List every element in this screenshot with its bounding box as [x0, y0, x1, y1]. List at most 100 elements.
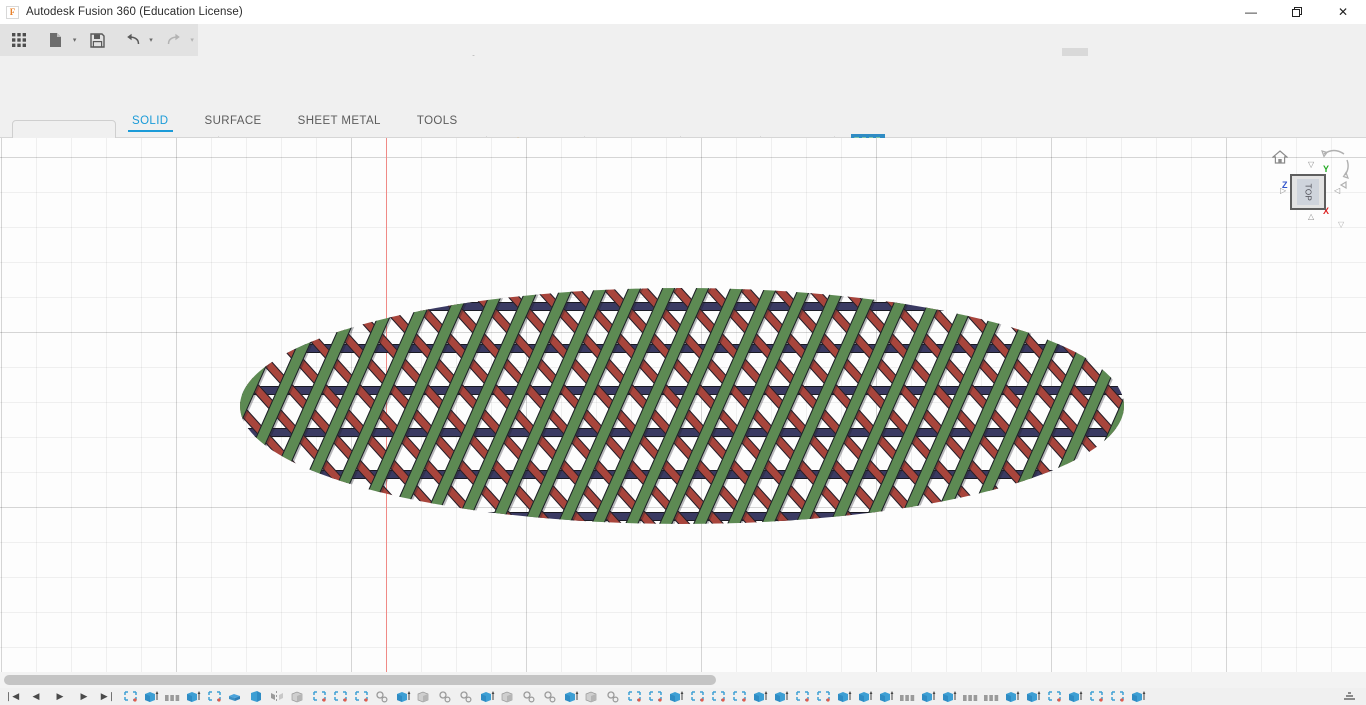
timeline-feature-sketch[interactable]: [624, 688, 645, 705]
timeline-feature-sketch[interactable]: [351, 688, 372, 705]
timeline-feature-extrude[interactable]: [1065, 688, 1086, 705]
app-grid-icon[interactable]: [6, 27, 31, 53]
timeline-feature-extrude[interactable]: [477, 688, 498, 705]
cube-arrow-right-icon[interactable]: ◁: [1334, 186, 1340, 195]
timeline-play-button[interactable]: ▶: [48, 688, 72, 705]
timeline-feature-construction-point[interactable]: [603, 688, 624, 705]
timeline-feature-offset-face[interactable]: [225, 688, 246, 705]
timeline-feature-extrude-cut[interactable]: [288, 688, 309, 705]
axis-label-y: Y: [1323, 164, 1329, 174]
timeline-feature-extrude-cut[interactable]: [498, 688, 519, 705]
title-bar: F Autodesk Fusion 360 (Education License…: [0, 0, 1366, 24]
timeline-feature-extrude-cut[interactable]: [414, 688, 435, 705]
view-cube[interactable]: ▽ △ ▷ ◁ ▽ Z Y X TOP: [1266, 144, 1352, 236]
timeline-feature-sketch[interactable]: [330, 688, 351, 705]
timeline-feature-extrude-cut[interactable]: [582, 688, 603, 705]
timeline-feature-pattern[interactable]: [960, 688, 981, 705]
lattice-green-bar: [881, 258, 1026, 564]
new-document-icon[interactable]: [43, 27, 68, 53]
timeline-playback-controls: ❘◀◀▶▶▶❘: [0, 688, 120, 705]
undo-caret-icon[interactable]: ▾: [145, 27, 157, 53]
timeline-feature-sketch[interactable]: [687, 688, 708, 705]
timeline-feature-pattern[interactable]: [981, 688, 1002, 705]
timeline-feature-construction-point[interactable]: [435, 688, 456, 705]
timeline-feature-construction-point[interactable]: [456, 688, 477, 705]
timeline-feature-sketch[interactable]: [120, 688, 141, 705]
new-document-caret-icon[interactable]: ▾: [69, 27, 81, 53]
quick-access-toolbar: ▾ ▾ ▾: [0, 24, 1366, 56]
timeline-feature-mirror[interactable]: [267, 688, 288, 705]
timeline-feature-pattern[interactable]: [897, 688, 918, 705]
timeline-settings-icon[interactable]: [1338, 688, 1360, 705]
ribbon-toolbar: DESIGN ▾ SOLID SURFACE SHEET METAL TOOLS: [0, 56, 1366, 138]
timeline-go-to-beginning-button[interactable]: ❘◀: [0, 688, 24, 705]
view-cube-face-top[interactable]: TOP: [1290, 174, 1326, 210]
timeline-feature-list: [120, 688, 1149, 705]
lattice-green-bar: [983, 258, 1128, 564]
minimize-button[interactable]: —: [1228, 0, 1274, 24]
view-cube-face-inner: TOP: [1297, 179, 1319, 205]
close-button[interactable]: ✕: [1320, 0, 1366, 24]
timeline-feature-sketch[interactable]: [729, 688, 750, 705]
timeline-bar[interactable]: ❘◀◀▶▶▶❘: [0, 688, 1366, 705]
save-icon[interactable]: [84, 27, 109, 53]
redo-caret-icon[interactable]: ▾: [186, 27, 198, 53]
home-icon[interactable]: [1272, 150, 1288, 169]
timeline-feature-sketch[interactable]: [204, 688, 225, 705]
horizontal-scrollbar[interactable]: [0, 672, 1366, 688]
timeline-feature-extrude[interactable]: [1023, 688, 1044, 705]
cube-arrow-up-icon[interactable]: ▽: [1308, 160, 1314, 169]
lattice-green-bar: [949, 258, 1094, 564]
ribbon-tab-strip: SOLID SURFACE SHEET METAL TOOLS: [132, 115, 494, 132]
tab-solid[interactable]: SOLID: [132, 115, 169, 132]
timeline-feature-sketch[interactable]: [645, 688, 666, 705]
timeline-feature-extrude[interactable]: [1128, 688, 1149, 705]
lattice-green-bar: [303, 258, 448, 564]
timeline-step-forward-button[interactable]: ▶: [72, 688, 96, 705]
timeline-feature-extrude[interactable]: [876, 688, 897, 705]
cube-arrow-extra-icon[interactable]: ▽: [1338, 220, 1344, 229]
maximize-button[interactable]: [1274, 0, 1320, 24]
timeline-feature-extrude[interactable]: [918, 688, 939, 705]
timeline-feature-extrude[interactable]: [939, 688, 960, 705]
timeline-feature-sketch[interactable]: [1086, 688, 1107, 705]
timeline-feature-rectangular-pattern[interactable]: [162, 688, 183, 705]
lattice-horizontal-bar: [212, 302, 1152, 311]
timeline-feature-extrude[interactable]: [750, 688, 771, 705]
lattice-green-bar: [337, 258, 482, 564]
timeline-feature-extrude[interactable]: [561, 688, 582, 705]
timeline-feature-extrude[interactable]: [393, 688, 414, 705]
timeline-feature-sketch[interactable]: [792, 688, 813, 705]
horizontal-scroll-thumb[interactable]: [4, 675, 716, 685]
redo-icon[interactable]: [161, 27, 186, 53]
lattice-green-bar: [915, 258, 1060, 564]
timeline-feature-extrude[interactable]: [834, 688, 855, 705]
timeline-feature-extrude[interactable]: [666, 688, 687, 705]
timeline-go-to-end-button[interactable]: ▶❘: [96, 688, 120, 705]
tab-sheet-metal[interactable]: SHEET METAL: [298, 115, 381, 132]
timeline-feature-extrude[interactable]: [1002, 688, 1023, 705]
fusion-logo-icon: F: [6, 6, 19, 19]
tab-tools[interactable]: TOOLS: [417, 115, 458, 132]
timeline-feature-revolve[interactable]: [246, 688, 267, 705]
timeline-step-back-button[interactable]: ◀: [24, 688, 48, 705]
design-canvas[interactable]: ▽ △ ▷ ◁ ▽ Z Y X TOP: [0, 138, 1366, 672]
timeline-feature-sketch[interactable]: [813, 688, 834, 705]
tab-surface[interactable]: SURFACE: [205, 115, 262, 132]
lattice-panel-body[interactable]: [232, 286, 1132, 526]
timeline-feature-construction-point[interactable]: [372, 688, 393, 705]
timeline-feature-extrude[interactable]: [771, 688, 792, 705]
application-title: Autodesk Fusion 360 (Education License): [26, 6, 243, 18]
timeline-feature-extrude[interactable]: [141, 688, 162, 705]
undo-icon[interactable]: [120, 27, 145, 53]
timeline-feature-construction-point[interactable]: [519, 688, 540, 705]
axis-label-z: Z: [1282, 180, 1288, 190]
timeline-feature-sketch[interactable]: [1044, 688, 1065, 705]
timeline-feature-sketch[interactable]: [1107, 688, 1128, 705]
timeline-feature-construction-point[interactable]: [540, 688, 561, 705]
timeline-feature-extrude[interactable]: [183, 688, 204, 705]
timeline-feature-extrude[interactable]: [855, 688, 876, 705]
timeline-feature-sketch[interactable]: [708, 688, 729, 705]
timeline-feature-sketch[interactable]: [309, 688, 330, 705]
cube-arrow-down-icon[interactable]: △: [1308, 212, 1314, 221]
